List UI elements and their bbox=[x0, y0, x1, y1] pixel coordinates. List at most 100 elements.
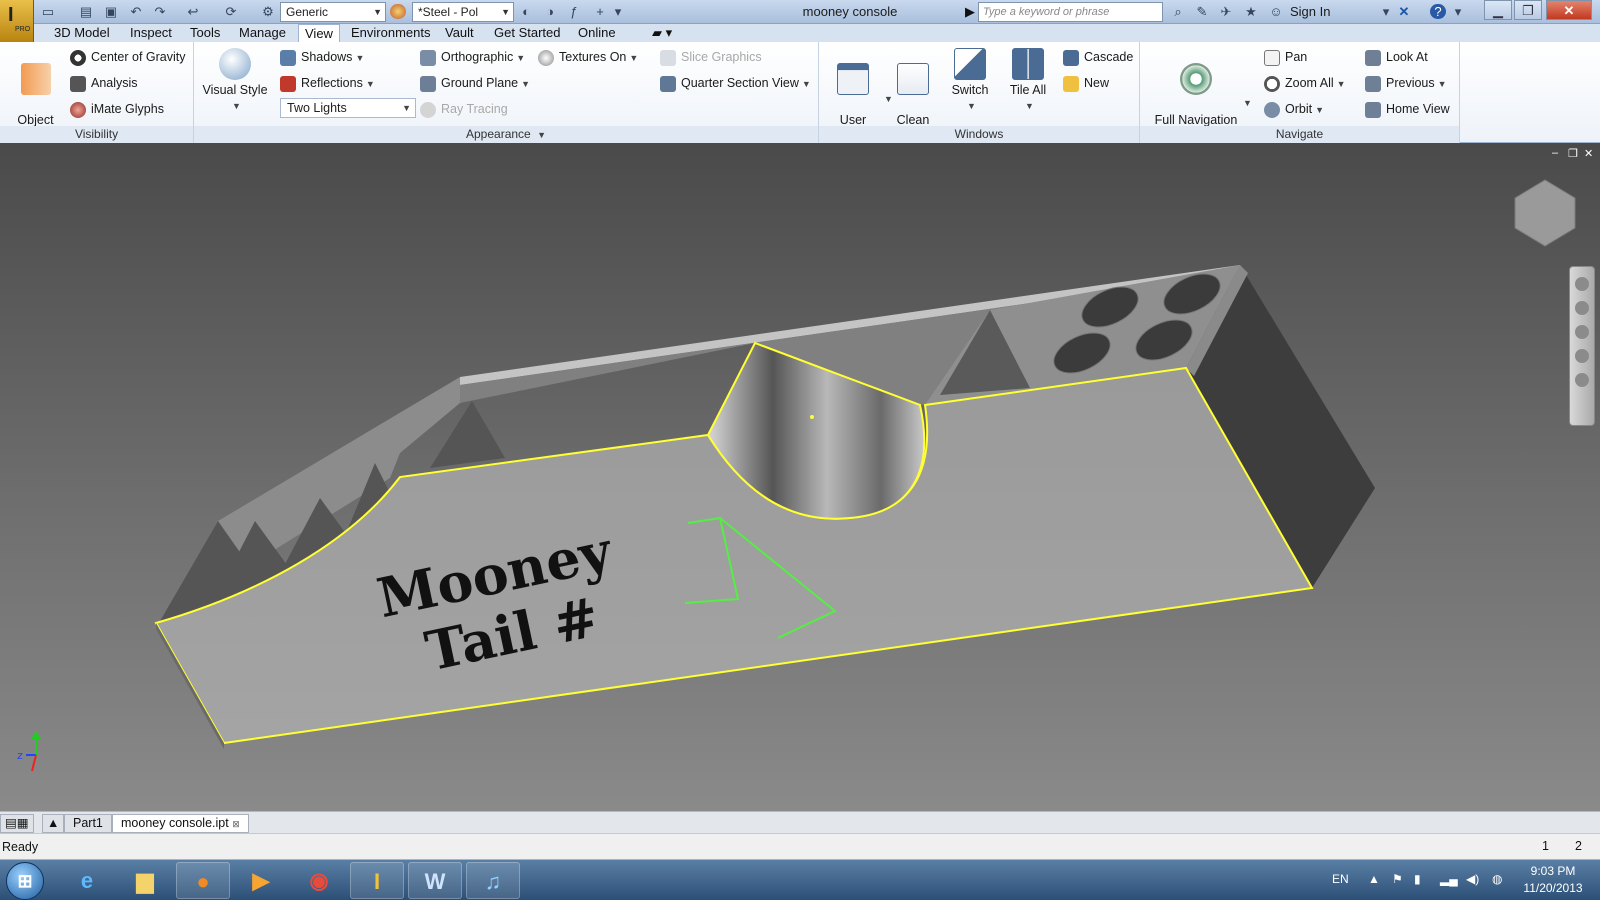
show-hidden-icons[interactable]: ▲ bbox=[1368, 872, 1380, 886]
ground-plane-button[interactable]: Ground Plane ▼ bbox=[420, 72, 530, 94]
shadows-button[interactable]: Shadows ▼ bbox=[280, 46, 364, 68]
tab-inspect[interactable]: Inspect bbox=[124, 24, 178, 42]
slice-graphics-button[interactable]: Slice Graphics bbox=[660, 46, 762, 68]
close-icon[interactable]: ⊠ bbox=[232, 819, 240, 829]
volume-icon[interactable]: ◀) bbox=[1466, 872, 1479, 886]
close-window-button[interactable]: ✕ bbox=[1546, 0, 1592, 20]
orbit-button[interactable]: Orbit ▼ bbox=[1264, 98, 1324, 120]
parameters-icon[interactable]: ƒ bbox=[566, 4, 582, 19]
return-icon[interactable]: ↩ bbox=[185, 4, 201, 19]
switch-button[interactable]: Switch ▼ bbox=[945, 48, 995, 114]
open-documents-menu-icon[interactable]: ▲ bbox=[42, 814, 65, 833]
home-view-button[interactable]: Home View bbox=[1365, 98, 1450, 120]
cascade-button[interactable]: Cascade bbox=[1063, 46, 1133, 68]
help-icon[interactable]: ? bbox=[1430, 4, 1446, 19]
chevron-down-icon[interactable]: ▾ bbox=[1378, 4, 1394, 19]
tab-online[interactable]: Online bbox=[572, 24, 622, 42]
binoculars-icon[interactable]: ⌕ bbox=[1170, 4, 1186, 19]
restore-window-button[interactable]: ❐ bbox=[1514, 0, 1542, 20]
redo-icon[interactable]: ↷ bbox=[152, 4, 168, 19]
update-icon[interactable]: ⟳ bbox=[223, 4, 239, 19]
orbit-icon[interactable] bbox=[1575, 349, 1589, 363]
viewcube[interactable] bbox=[1514, 179, 1576, 247]
material-combo[interactable]: *Steel - Pol ▼ bbox=[412, 2, 514, 22]
customize-qat-icon[interactable]: ▾ bbox=[610, 4, 626, 19]
taskbar-itunes[interactable]: ♫ bbox=[466, 862, 520, 899]
network-icon[interactable]: ▂▄ bbox=[1440, 872, 1458, 886]
power-icon[interactable]: ▮ bbox=[1414, 872, 1421, 886]
pan-button[interactable]: Pan bbox=[1264, 46, 1307, 68]
visual-style-combo[interactable]: Generic ▼ bbox=[280, 2, 386, 22]
model-canvas[interactable]: Mooney Tail # z bbox=[0, 143, 1600, 811]
sign-in-link[interactable]: Sign In bbox=[1290, 0, 1330, 24]
tab-vault[interactable]: Vault bbox=[439, 24, 480, 42]
open-folder-icon[interactable]: ▤ bbox=[78, 4, 94, 19]
textures-on-button[interactable]: Textures On ▼ bbox=[538, 46, 638, 68]
taskbar-chrome[interactable]: ◉ bbox=[292, 862, 346, 899]
taskbar-file-explorer[interactable]: ▆ bbox=[118, 862, 172, 899]
lighting-style-combo[interactable]: Two Lights ▼ bbox=[280, 98, 416, 118]
favorites-star-icon[interactable]: ★ bbox=[1243, 4, 1259, 19]
previous-view-button[interactable]: Previous ▼ bbox=[1365, 72, 1447, 94]
pan-hand-icon[interactable] bbox=[1575, 301, 1589, 315]
appearance-panel-label[interactable]: Appearance ▼ bbox=[194, 126, 818, 143]
taskbar-word[interactable]: W bbox=[408, 862, 462, 899]
update-tray-icon[interactable]: ◍ bbox=[1492, 872, 1502, 886]
add-icon[interactable]: + bbox=[592, 4, 608, 19]
chevron-down-icon[interactable]: ▼ bbox=[1243, 98, 1252, 108]
appearance-override-icon[interactable]: ◐ bbox=[518, 4, 534, 19]
language-indicator[interactable]: EN bbox=[1332, 872, 1349, 886]
doc-tab-part1[interactable]: Part1 bbox=[64, 814, 112, 833]
chevron-down-icon: ▼ bbox=[629, 53, 639, 63]
help-search-input[interactable]: Type a keyword or phrase bbox=[978, 2, 1163, 22]
system-clock[interactable]: 9:03 PM 11/20/2013 bbox=[1508, 863, 1598, 897]
tab-view[interactable]: View bbox=[298, 24, 340, 42]
tab-3d-model[interactable]: 3D Model bbox=[48, 24, 116, 42]
quarter-section-view-button[interactable]: Quarter Section View ▼ bbox=[660, 72, 811, 94]
taskbar-media-player[interactable]: ▶ bbox=[234, 862, 288, 899]
navigation-bar[interactable] bbox=[1569, 266, 1595, 426]
select-priority-icon[interactable]: ⚙ bbox=[260, 4, 276, 19]
minimize-window-button[interactable]: ▁ bbox=[1484, 0, 1512, 20]
imate-glyphs-button[interactable]: iMate Glyphs bbox=[70, 98, 164, 120]
orthographic-button[interactable]: Orthographic ▼ bbox=[420, 46, 525, 68]
ribbon-display-toggle[interactable]: ▰ ▾ bbox=[646, 24, 678, 42]
steering-wheel-icon[interactable] bbox=[1575, 277, 1589, 291]
zoom-all-button[interactable]: Zoom All ▼ bbox=[1264, 72, 1346, 94]
tab-get-started[interactable]: Get Started bbox=[488, 24, 566, 42]
doc-tab-mooney-console[interactable]: mooney console.ipt ⊠ bbox=[112, 814, 249, 833]
tab-tools[interactable]: Tools bbox=[184, 24, 226, 42]
tab-manage[interactable]: Manage bbox=[233, 24, 292, 42]
clear-appearance-icon[interactable]: ◑ bbox=[542, 4, 558, 19]
action-center-flag-icon[interactable]: ⚑ bbox=[1392, 872, 1403, 886]
reflections-button[interactable]: Reflections ▼ bbox=[280, 72, 375, 94]
subscription-icon[interactable]: ✎ bbox=[1194, 4, 1210, 19]
color-icon[interactable] bbox=[390, 4, 406, 19]
look-at-button[interactable]: Look At bbox=[1365, 46, 1428, 68]
new-file-icon[interactable]: ▭ bbox=[40, 4, 56, 19]
look-at-icon[interactable] bbox=[1575, 373, 1589, 387]
start-button[interactable]: ⊞ bbox=[6, 862, 44, 900]
axis-triad: z bbox=[17, 731, 41, 772]
taskbar-internet-explorer[interactable]: e bbox=[60, 862, 114, 899]
ray-tracing-button[interactable]: Ray Tracing bbox=[420, 98, 508, 120]
undo-icon[interactable]: ↶ bbox=[128, 4, 144, 19]
window-layout-icon[interactable]: ▤▦ bbox=[0, 814, 34, 833]
center-of-gravity-button[interactable]: Center of Gravity bbox=[70, 46, 185, 68]
taskbar-inventor[interactable]: I bbox=[350, 862, 404, 899]
graphics-viewport[interactable]: – ❐ ✕ Mooney Tail # z bbox=[0, 143, 1600, 811]
expand-search-icon[interactable]: ▶ bbox=[962, 4, 978, 19]
visual-style-button[interactable]: Visual Style ▼ bbox=[202, 48, 268, 114]
tile-all-button[interactable]: Tile All ▼ bbox=[1003, 48, 1053, 114]
analysis-button[interactable]: Analysis bbox=[70, 72, 138, 94]
new-window-button[interactable]: New bbox=[1063, 72, 1109, 94]
chevron-down-icon[interactable]: ▾ bbox=[1450, 4, 1466, 19]
zoom-icon[interactable] bbox=[1575, 325, 1589, 339]
communication-center-icon[interactable]: ✈ bbox=[1218, 4, 1234, 19]
tab-environments[interactable]: Environments bbox=[345, 24, 436, 42]
exchange-apps-icon[interactable]: ✕ bbox=[1396, 4, 1412, 19]
application-menu-button[interactable]: I PRO bbox=[0, 0, 34, 42]
save-icon[interactable]: ▣ bbox=[103, 4, 119, 19]
imate-glyphs-icon bbox=[70, 101, 86, 118]
taskbar-firefox[interactable]: ● bbox=[176, 862, 230, 899]
